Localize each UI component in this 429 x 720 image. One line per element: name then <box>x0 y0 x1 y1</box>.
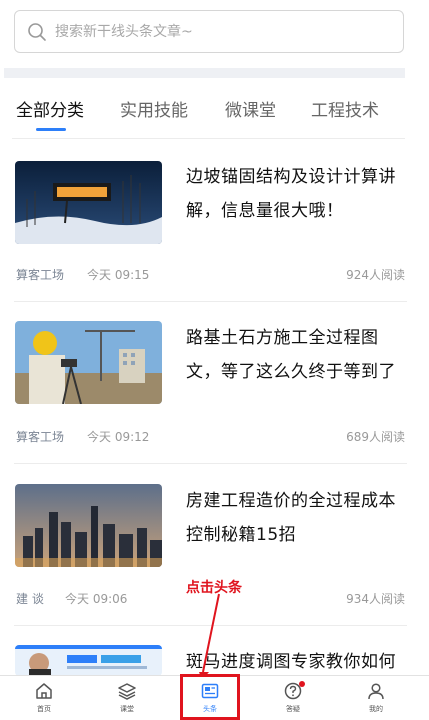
layers-icon <box>97 679 157 703</box>
user-icon <box>346 679 406 703</box>
article-read-count: 924人阅读 <box>346 268 405 282</box>
search-icon <box>27 22 47 42</box>
article-thumbnail <box>15 484 162 567</box>
search-box[interactable] <box>14 10 404 53</box>
article-source: 算客工场 <box>16 430 65 444</box>
tab-micro-class[interactable]: 微课堂 <box>225 96 276 121</box>
annotation-arrow <box>199 593 220 680</box>
question-icon <box>263 679 323 703</box>
article-time: 今天 09:12 <box>87 430 150 444</box>
header-separator-band <box>4 68 405 78</box>
nav-item-classroom[interactable]: 课堂 <box>97 679 157 714</box>
article-divider <box>14 301 407 302</box>
article-source: 算客工场 <box>16 268 65 282</box>
article-title: 边坡锚固结构及设计计算讲解，信息量很大哦！ <box>186 167 396 221</box>
nav-item-profile[interactable]: 我的 <box>346 679 406 714</box>
article-title: 房建工程造价的全过程成本控制秘籍15招 <box>186 491 396 545</box>
nav-label: 课堂 <box>120 705 134 713</box>
article-thumbnail <box>15 645 162 676</box>
article-thumbnail <box>15 321 162 404</box>
article-read-count: 934人阅读 <box>346 592 405 606</box>
nav-item-home[interactable]: 首页 <box>14 679 74 714</box>
tabs-divider <box>12 138 405 139</box>
search-input[interactable] <box>53 22 377 41</box>
tab-all-categories[interactable]: 全部分类 <box>16 96 84 121</box>
nav-label: 首页 <box>37 705 51 713</box>
notification-dot <box>299 681 305 687</box>
home-icon <box>14 679 74 703</box>
active-tab-indicator <box>36 128 66 131</box>
article-divider <box>14 463 407 464</box>
article-time: 今天 09:15 <box>87 268 150 282</box>
article-thumbnail <box>15 161 162 244</box>
nav-item-qa[interactable]: 答疑 <box>263 679 323 714</box>
nav-label: 我的 <box>369 705 383 713</box>
nav-label: 答疑 <box>286 705 300 713</box>
article-source: 建 谈 <box>16 592 44 606</box>
article-title: 路基土石方施工全过程图文，等了这么久终于等到了 <box>186 328 396 382</box>
annotation-highlight-box <box>180 674 240 720</box>
article-time: 今天 09:06 <box>65 592 128 606</box>
tab-engineering-tech[interactable]: 工程技术 <box>311 96 379 121</box>
tab-practical-skills[interactable]: 实用技能 <box>120 96 188 121</box>
article-read-count: 689人阅读 <box>346 430 405 444</box>
